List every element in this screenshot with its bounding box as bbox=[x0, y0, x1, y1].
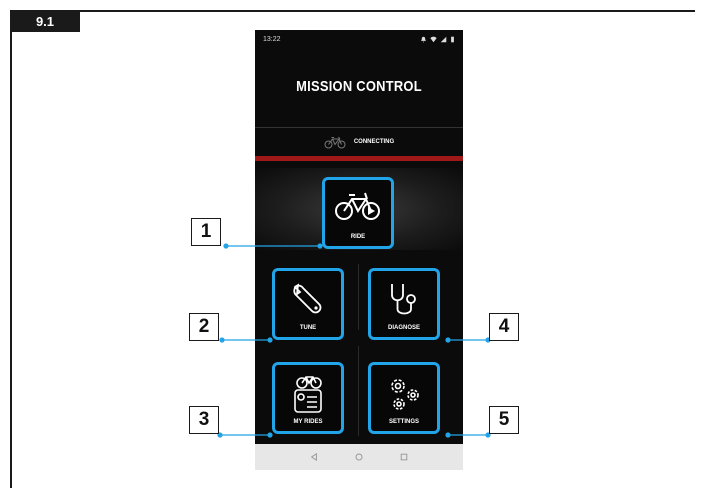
callout-3: 3 bbox=[189, 406, 219, 434]
callout-1: 1 bbox=[191, 218, 221, 246]
callout-4: 4 bbox=[489, 313, 519, 341]
callout-leader-lines bbox=[217, 243, 491, 438]
callout-2: 2 bbox=[189, 313, 219, 341]
callout-5: 5 bbox=[489, 406, 519, 434]
